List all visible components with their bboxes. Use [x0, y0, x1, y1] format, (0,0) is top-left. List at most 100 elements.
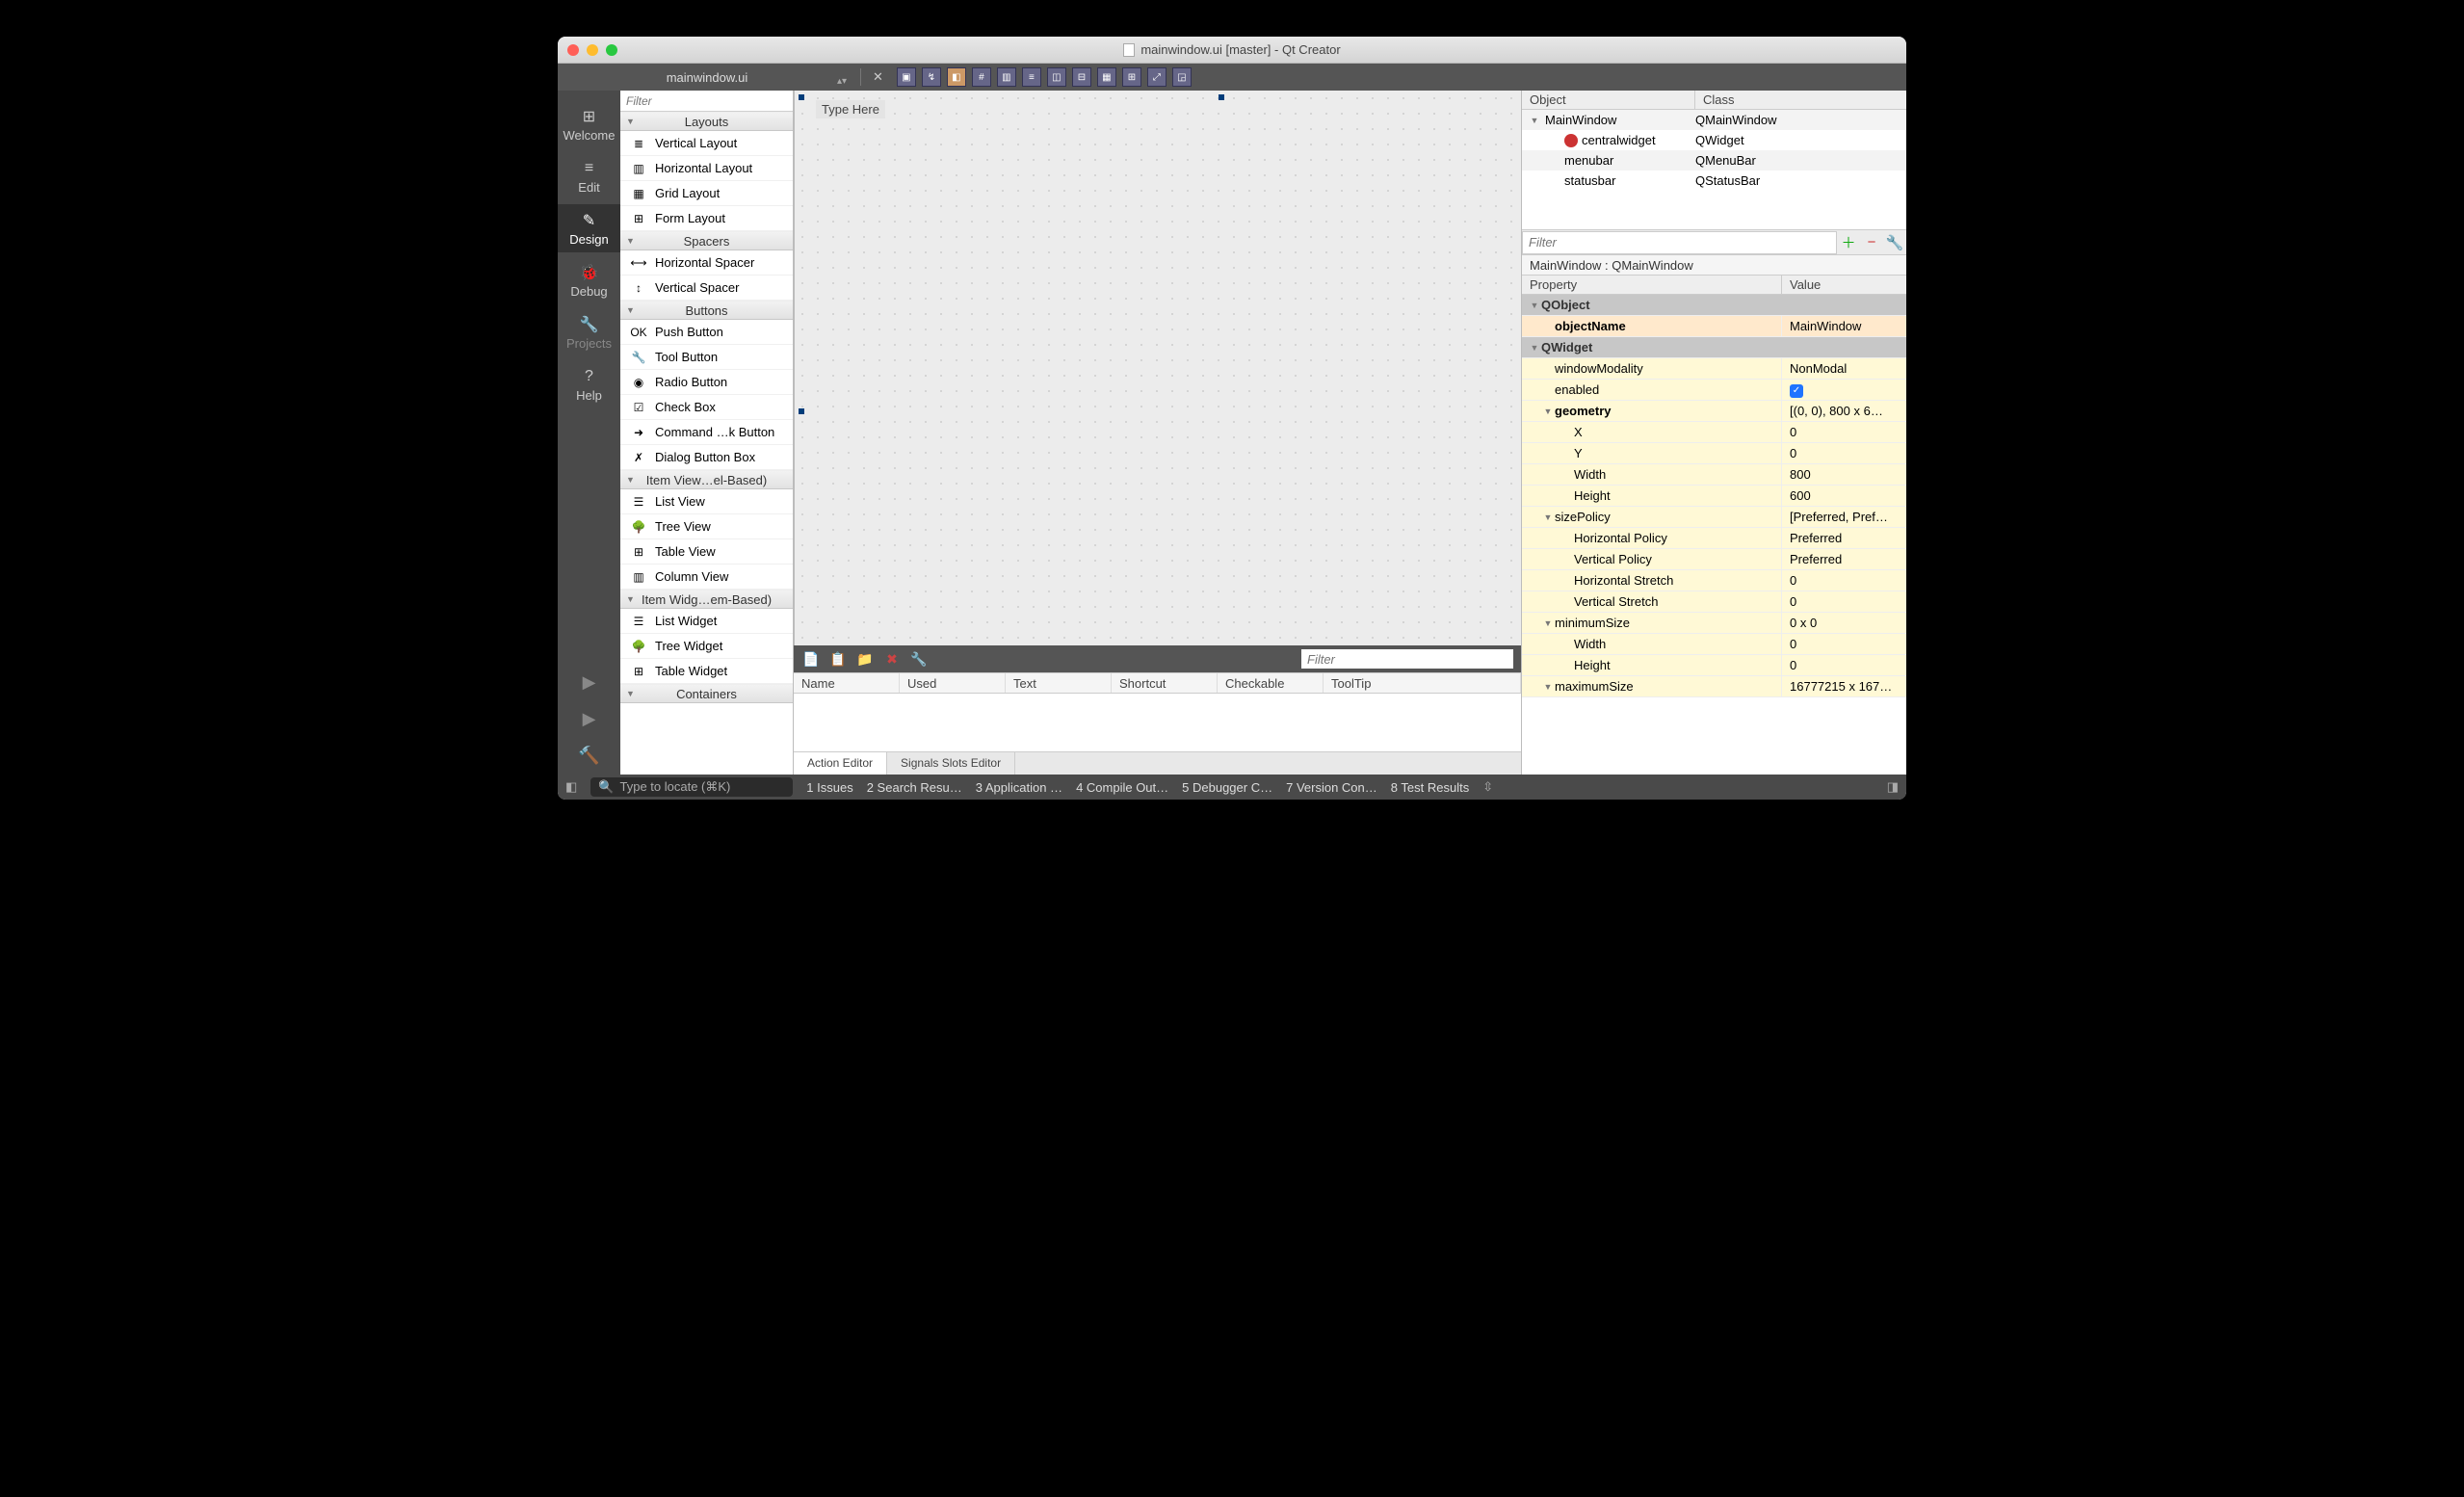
chevron-up-down-icon[interactable]: ⇳: [1482, 779, 1493, 795]
remove-property-icon[interactable]: −: [1860, 231, 1883, 254]
property-row[interactable]: Vertical Stretch0: [1522, 591, 1906, 613]
col-tooltip[interactable]: ToolTip: [1324, 673, 1521, 693]
layout-form-icon[interactable]: ⊞: [1122, 67, 1141, 87]
toggle-sidebar-icon[interactable]: ◧: [565, 779, 577, 795]
property-row[interactable]: Horizontal Stretch0: [1522, 570, 1906, 591]
widget-category[interactable]: ▼Spacers: [620, 231, 793, 250]
layout-vsplit-icon[interactable]: ⊟: [1072, 67, 1091, 87]
col-shortcut[interactable]: Shortcut: [1112, 673, 1218, 693]
widget-item[interactable]: ⊞Form Layout: [620, 206, 793, 231]
delete-action-icon[interactable]: ✖: [882, 649, 902, 669]
property-row[interactable]: ▼minimumSize0 x 0: [1522, 613, 1906, 634]
checkbox-checked-icon[interactable]: ✓: [1790, 384, 1803, 398]
edit-signals-icon[interactable]: ↯: [922, 67, 941, 87]
object-row[interactable]: ▼MainWindowQMainWindow: [1522, 110, 1906, 130]
resize-handle[interactable]: [799, 408, 804, 414]
col-name[interactable]: Name: [794, 673, 900, 693]
col-object[interactable]: Object: [1522, 91, 1695, 109]
property-row[interactable]: Horizontal PolicyPreferred: [1522, 528, 1906, 549]
widget-item[interactable]: ☰List View: [620, 489, 793, 514]
widget-item[interactable]: ☰List Widget: [620, 609, 793, 634]
object-row[interactable]: statusbarQStatusBar: [1522, 171, 1906, 191]
widget-item[interactable]: ≣Vertical Layout: [620, 131, 793, 156]
copy-action-icon[interactable]: 📋: [828, 649, 848, 669]
property-row[interactable]: Height600: [1522, 486, 1906, 507]
widget-item[interactable]: ↕Vertical Spacer: [620, 276, 793, 301]
widget-item[interactable]: ◉Radio Button: [620, 370, 793, 395]
tab-signals-slots[interactable]: Signals Slots Editor: [887, 752, 1015, 775]
configure-properties-icon[interactable]: 🔧: [1883, 231, 1906, 254]
widget-category[interactable]: ▼Layouts: [620, 112, 793, 131]
col-text[interactable]: Text: [1006, 673, 1112, 693]
mode-edit[interactable]: ≡Edit: [558, 152, 620, 200]
form-canvas[interactable]: Type Here: [794, 91, 1521, 645]
build-icon[interactable]: 🔨: [576, 742, 603, 769]
action-table-body[interactable]: [794, 694, 1521, 751]
widget-category[interactable]: ▼Item Widg…em-Based): [620, 590, 793, 609]
mode-projects[interactable]: 🔧Projects: [558, 308, 620, 356]
output-pane-1[interactable]: 1 Issues: [806, 780, 852, 795]
widget-item[interactable]: 🔧Tool Button: [620, 345, 793, 370]
object-inspector[interactable]: ▼MainWindowQMainWindowcentralwidgetQWidg…: [1522, 110, 1906, 191]
resize-handle[interactable]: [799, 94, 804, 100]
widget-item[interactable]: ▥Horizontal Layout: [620, 156, 793, 181]
widget-item[interactable]: 🌳Tree View: [620, 514, 793, 539]
object-row[interactable]: centralwidgetQWidget: [1522, 130, 1906, 150]
edit-buddies-icon[interactable]: ◧: [947, 67, 966, 87]
property-row[interactable]: enabled✓: [1522, 380, 1906, 401]
widget-item[interactable]: ▥Column View: [620, 565, 793, 590]
widget-item[interactable]: 🌳Tree Widget: [620, 634, 793, 659]
mode-design[interactable]: ✎Design: [558, 204, 620, 252]
mode-debug[interactable]: 🐞Debug: [558, 256, 620, 304]
widget-filter-input[interactable]: [620, 91, 793, 112]
widget-item[interactable]: ⊞Table View: [620, 539, 793, 565]
paste-action-icon[interactable]: 📁: [855, 649, 875, 669]
property-editor[interactable]: ▼QObjectobjectNameMainWindow▼QWidgetwind…: [1522, 295, 1906, 775]
locator-input[interactable]: 🔍 Type to locate (⌘K): [590, 777, 793, 797]
layout-horiz-icon[interactable]: ▥: [997, 67, 1016, 87]
property-row[interactable]: windowModalityNonModal: [1522, 358, 1906, 380]
output-pane-4[interactable]: 4 Compile Out…: [1076, 780, 1168, 795]
widget-category[interactable]: ▼Item View…el-Based): [620, 470, 793, 489]
property-row[interactable]: Width0: [1522, 634, 1906, 655]
col-value[interactable]: Value: [1782, 276, 1828, 294]
widget-item[interactable]: OKPush Button: [620, 320, 793, 345]
property-row[interactable]: objectNameMainWindow: [1522, 316, 1906, 337]
new-action-icon[interactable]: 📄: [801, 649, 821, 669]
col-checkable[interactable]: Checkable: [1218, 673, 1324, 693]
break-layout-icon[interactable]: ⤢: [1147, 67, 1166, 87]
run-icon[interactable]: ▶: [576, 669, 603, 696]
edit-taborder-icon[interactable]: #: [972, 67, 991, 87]
property-row[interactable]: ▼sizePolicy[Preferred, Pref…: [1522, 507, 1906, 528]
property-row[interactable]: X0: [1522, 422, 1906, 443]
mode-help[interactable]: ?Help: [558, 360, 620, 408]
add-property-icon[interactable]: ＋: [1837, 231, 1860, 254]
property-row[interactable]: ▼maximumSize16777215 x 167…: [1522, 676, 1906, 697]
toggle-right-sidebar-icon[interactable]: ◨: [1887, 779, 1899, 795]
adjust-size-icon[interactable]: ◲: [1172, 67, 1192, 87]
property-filter-input[interactable]: [1522, 231, 1837, 254]
widget-item[interactable]: ▦Grid Layout: [620, 181, 793, 206]
output-pane-7[interactable]: 7 Version Con…: [1286, 780, 1377, 795]
col-used[interactable]: Used: [900, 673, 1006, 693]
open-file-dropdown[interactable]: mainwindow.ui▴▾: [558, 70, 856, 85]
widget-item[interactable]: ☑Check Box: [620, 395, 793, 420]
mode-welcome[interactable]: ⊞Welcome: [558, 100, 620, 148]
tab-action-editor[interactable]: Action Editor: [794, 752, 887, 775]
output-pane-2[interactable]: 2 Search Resu…: [867, 780, 962, 795]
layout-grid-icon[interactable]: ▦: [1097, 67, 1116, 87]
output-pane-5[interactable]: 5 Debugger C…: [1182, 780, 1272, 795]
property-row[interactable]: Height0: [1522, 655, 1906, 676]
layout-vert-icon[interactable]: ≡: [1022, 67, 1041, 87]
widget-item[interactable]: ⟷Horizontal Spacer: [620, 250, 793, 276]
resize-handle[interactable]: [1219, 94, 1224, 100]
widget-category[interactable]: ▼Containers: [620, 684, 793, 703]
run-debug-icon[interactable]: ▶: [576, 705, 603, 732]
widget-item[interactable]: ⊞Table Widget: [620, 659, 793, 684]
configure-icon[interactable]: 🔧: [909, 649, 929, 669]
menubar-placeholder[interactable]: Type Here: [816, 100, 885, 118]
widget-category[interactable]: ▼Buttons: [620, 301, 793, 320]
object-row[interactable]: menubarQMenuBar: [1522, 150, 1906, 171]
property-row[interactable]: ▼geometry[(0, 0), 800 x 6…: [1522, 401, 1906, 422]
property-row[interactable]: Width800: [1522, 464, 1906, 486]
